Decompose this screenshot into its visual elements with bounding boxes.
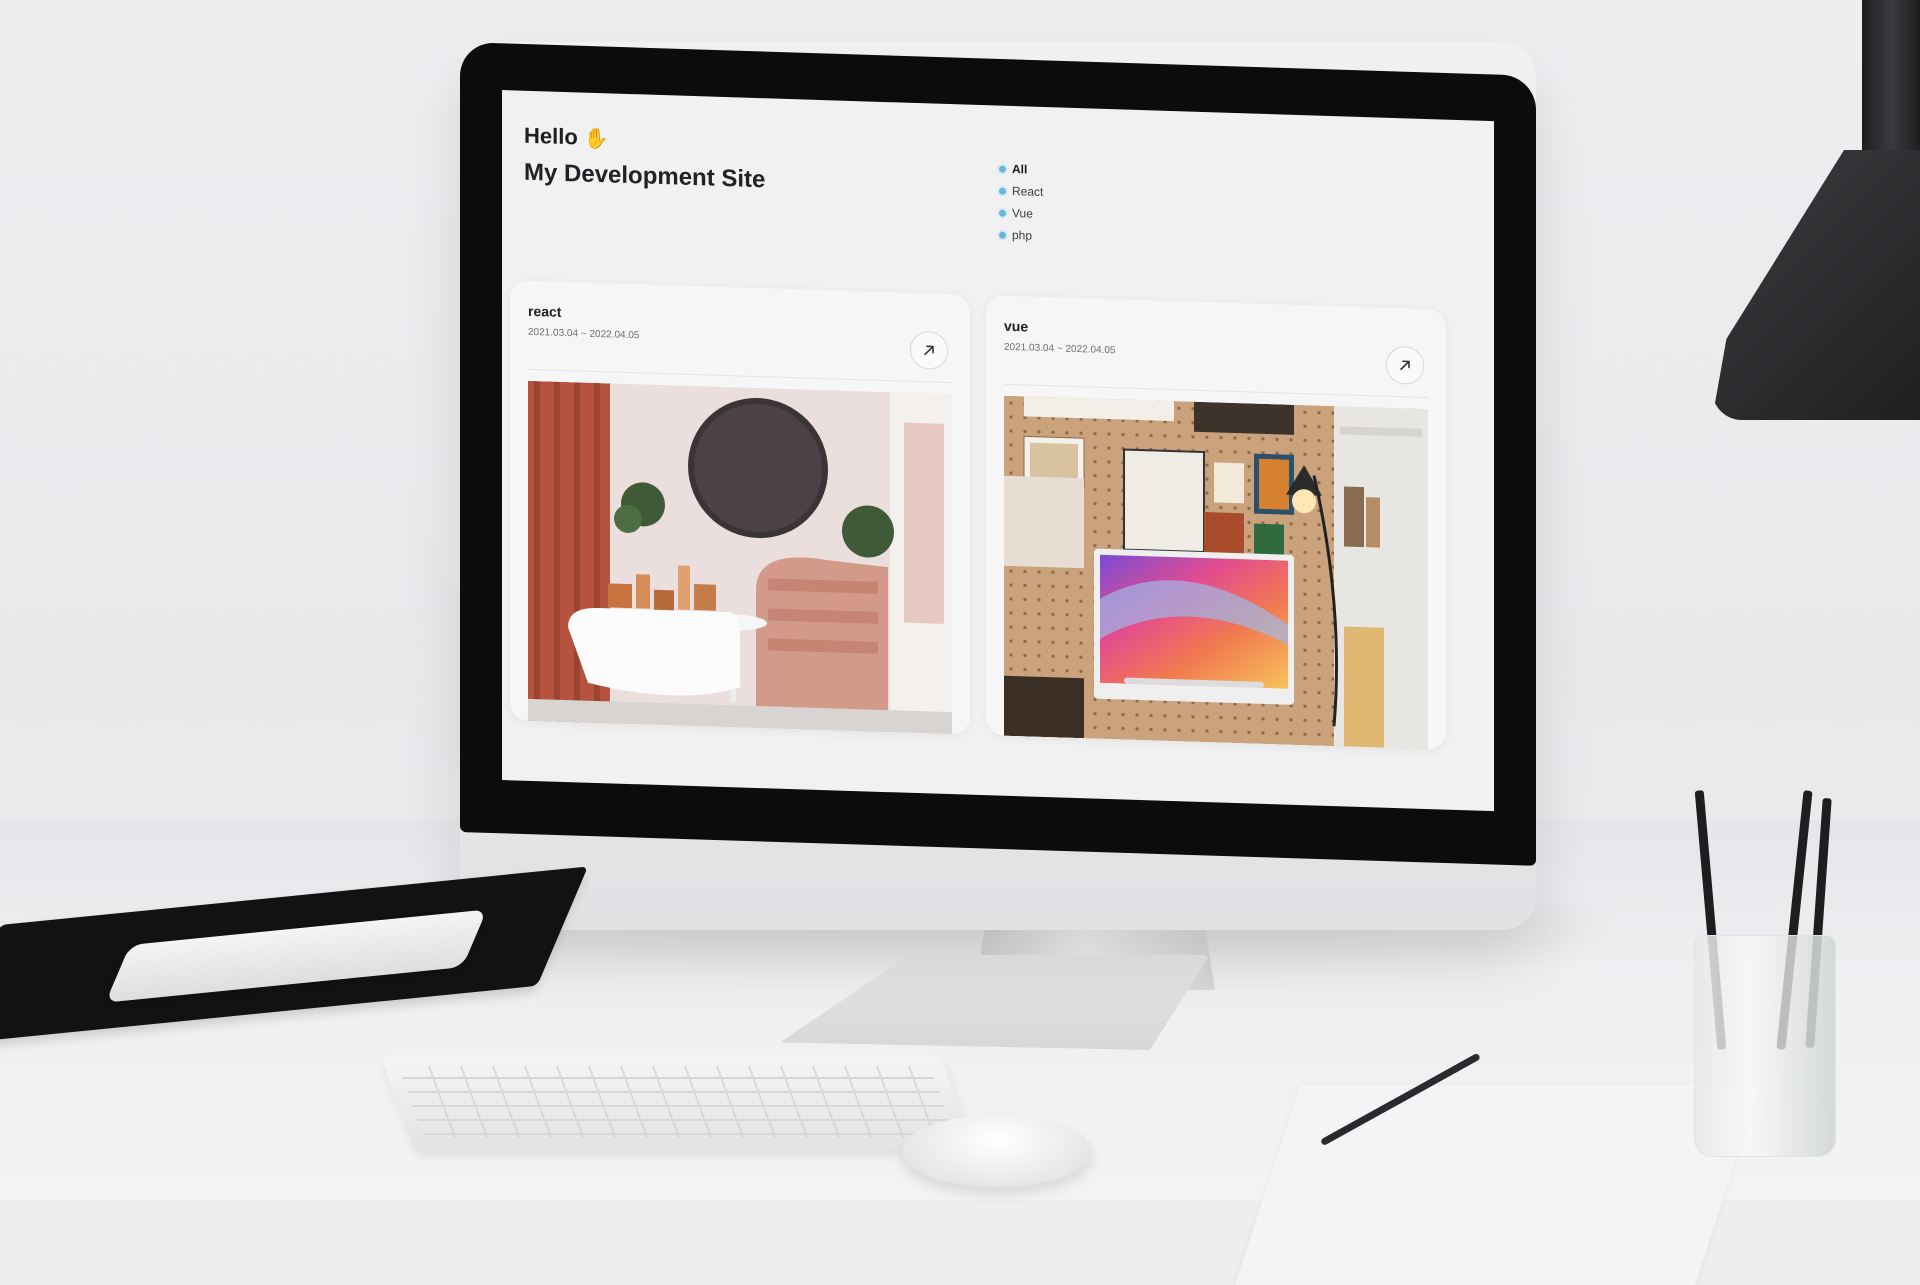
card-divider — [528, 368, 952, 384]
card-date: 2021.03.04 ~ 2022.04.05 — [1004, 341, 1116, 357]
card-title: vue — [1004, 317, 1029, 335]
paper-sheet — [1235, 1085, 1760, 1285]
greeting: Hello ✋ — [524, 123, 609, 152]
dot-icon — [999, 209, 1006, 217]
greeting-text: Hello — [524, 122, 578, 150]
filter-label: Vue — [1012, 206, 1033, 221]
glass-jar — [1694, 935, 1836, 1157]
keyboard — [380, 1055, 975, 1150]
project-card-react[interactable]: react 2021.03.04 ~ 2022.04.05 — [510, 280, 970, 735]
wave-hand-icon: ✋ — [583, 127, 609, 151]
page-title: My Development Site — [524, 158, 766, 194]
card-date: 2021.03.04 ~ 2022.04.05 — [528, 326, 640, 342]
project-thumbnail — [528, 380, 952, 735]
category-filter: All React Vue php — [999, 158, 1043, 247]
open-project-button[interactable] — [1386, 345, 1424, 385]
interior-photo — [528, 380, 952, 735]
arrow-up-right-icon — [1400, 360, 1410, 371]
monitor-screen: Hello ✋ My Development Site All React Vue… — [502, 90, 1494, 812]
filter-item-all[interactable]: All — [999, 158, 1043, 181]
mouse — [902, 1115, 1092, 1187]
filter-item-php[interactable]: php — [999, 224, 1043, 247]
workspace-photo — [1004, 395, 1428, 750]
dot-icon — [999, 187, 1006, 195]
card-title: react — [528, 302, 562, 320]
card-divider — [1004, 383, 1428, 399]
filter-item-react[interactable]: React — [999, 180, 1043, 203]
filter-label: React — [1012, 184, 1044, 200]
lamp-shade — [1712, 150, 1920, 420]
arrow-up-right-icon — [924, 345, 934, 356]
filter-label: php — [1012, 228, 1033, 243]
filter-item-vue[interactable]: Vue — [999, 202, 1043, 225]
dot-icon — [999, 165, 1006, 173]
open-project-button[interactable] — [910, 330, 948, 371]
lamp-arm — [1862, 0, 1920, 160]
keyboard-keys — [397, 1065, 957, 1138]
dot-icon — [999, 231, 1006, 239]
project-card-vue[interactable]: vue 2021.03.04 ~ 2022.04.05 — [986, 295, 1446, 750]
project-thumbnail — [1004, 395, 1428, 750]
filter-label: All — [1012, 162, 1028, 177]
